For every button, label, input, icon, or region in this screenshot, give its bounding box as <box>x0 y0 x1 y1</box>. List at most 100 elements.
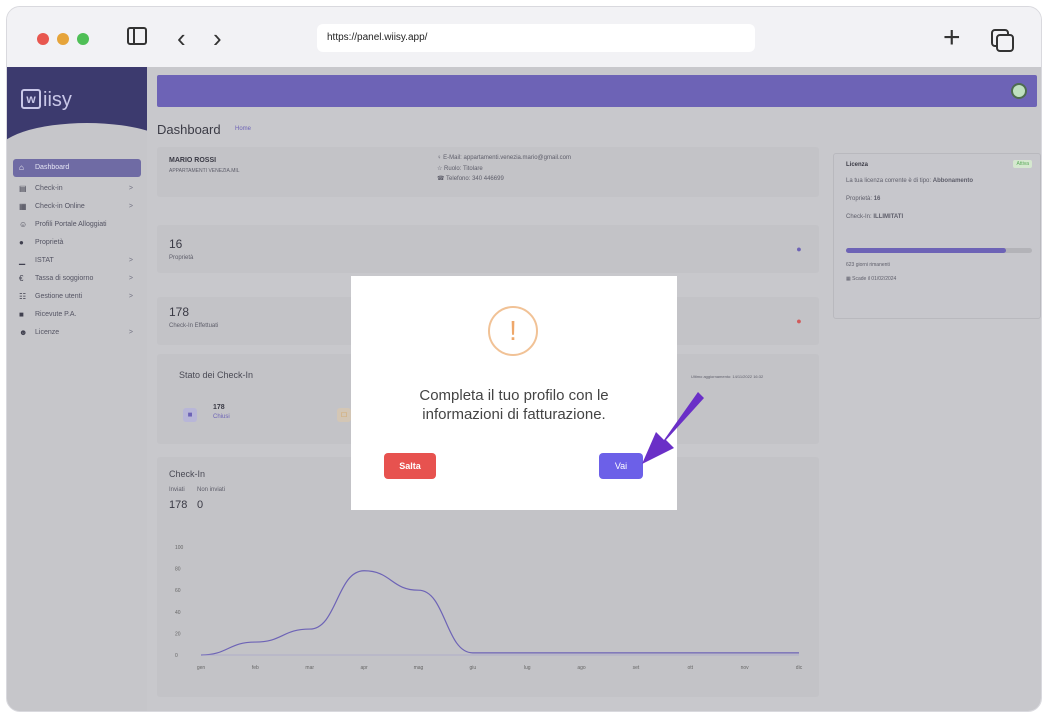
chevron-right-icon: > <box>128 293 133 300</box>
profile-card: MARIO ROSSI APPARTAMENTI VENEZIA.MIL ♀ E… <box>157 147 819 197</box>
logo-area: w iisy <box>7 67 147 153</box>
sidebar-item-proprieta[interactable]: ● Proprietà <box>7 235 147 251</box>
license-progress-bar <box>846 248 1032 253</box>
minimize-window-button[interactable] <box>57 33 69 45</box>
email-value: appartamenti.venezia.mario@gmail.com <box>463 155 571 161</box>
checkins-count: 178 <box>169 305 190 319</box>
users-icon: ☺ <box>19 220 28 229</box>
sidebar-item-label: Licenze <box>35 329 60 336</box>
sidebar-item-check-in[interactable]: ▤ Check-in > <box>7 181 147 197</box>
profile-name: MARIO ROSSI <box>169 157 217 164</box>
sidebar-item-ricevute[interactable]: ■ Ricevute P.A. <box>7 307 147 323</box>
phone-icon: ☎ <box>437 176 447 182</box>
sidebar-item-profili[interactable]: ☺ Profili Portale Alloggiati <box>7 217 147 233</box>
role-label: Ruolo: <box>444 166 462 172</box>
chevron-right-icon: > <box>128 275 133 282</box>
license-progress-fill <box>846 248 1006 253</box>
x-tick-label: gen <box>197 665 206 671</box>
sidebar-item-label: Ricevute P.A. <box>35 311 77 318</box>
sidebar-item-licenze[interactable]: ☻ Licenze > <box>7 325 147 341</box>
x-tick-label: ott <box>687 665 693 671</box>
license-icon: ☻ <box>19 328 28 337</box>
license-properties-row: Proprietà: 16 <box>846 196 880 202</box>
modal-message-line1: Completa il tuo profilo con le <box>419 387 609 404</box>
document-icon: ■ <box>183 408 197 422</box>
sidebar-item-dashboard[interactable]: ⌂ Dashboard <box>13 159 141 177</box>
sidebar-item-label: Tassa di soggiorno <box>35 275 94 282</box>
x-tick-label: lug <box>524 665 531 671</box>
forward-arrow-icon[interactable]: › <box>213 23 222 53</box>
sidebar-item-gestione-utenti[interactable]: ☷ Gestione utenti > <box>7 289 147 305</box>
license-properties: 16 <box>873 196 881 202</box>
sidebar-item-istat[interactable]: ▁ ISTAT > <box>7 253 147 269</box>
receipt-icon: ■ <box>19 310 24 319</box>
profile-role-row: ☆ Ruolo: Titolare <box>437 165 483 172</box>
chart-icon: ▁ <box>19 256 26 265</box>
logo-text: iisy <box>43 89 72 111</box>
sidebar-item-check-in-online[interactable]: ▦ Check-in Online > <box>7 199 147 215</box>
sidebar-toggle-icon[interactable] <box>127 27 147 45</box>
closed-count: 178 <box>213 404 225 411</box>
tabs-overview-icon[interactable] <box>991 29 1014 52</box>
status-title: Stato dei Check-In <box>179 370 254 380</box>
back-arrow-icon[interactable]: ‹ <box>177 23 186 53</box>
x-tick-label: giu <box>469 665 476 671</box>
y-tick-label: 0 <box>175 653 178 659</box>
x-tick-label: dic <box>796 665 803 671</box>
license-properties-prefix: Proprietà: <box>846 196 873 202</box>
sidebar-menu: ⌂ Dashboard ▤ Check-in > ▦ Check-in Onli… <box>7 159 147 343</box>
address-bar[interactable]: https://panel.wiisy.app/ <box>317 24 755 52</box>
x-tick-label: ago <box>577 665 586 671</box>
license-type-row: La tua licenza corrente è di tipo: Abbon… <box>846 178 973 184</box>
sidebar-item-label: Proprietà <box>35 239 64 246</box>
chevron-right-icon: > <box>128 329 133 336</box>
sidebar-item-label: Gestione utenti <box>35 293 83 300</box>
calendar-icon: ▦ <box>19 202 27 211</box>
license-checkin: ILLIMITATI <box>873 214 904 220</box>
license-expiry-row: ▦ Scade il 01/02/2024 <box>846 276 896 282</box>
x-tick-label: feb <box>252 665 259 671</box>
pin-icon: ● <box>19 238 24 247</box>
y-tick-label: 60 <box>175 588 181 594</box>
sidebar-item-tassa[interactable]: € Tassa di soggiorno > <box>7 271 147 287</box>
license-expiry: Scade il 01/02/2024 <box>852 276 897 282</box>
map-marker-icon: ● <box>796 316 802 326</box>
modal-message: Completa il tuo profilo con le informazi… <box>351 386 677 424</box>
billing-info-modal: ! Completa il tuo profilo con le informa… <box>351 276 677 510</box>
location-pin-icon: ● <box>796 244 802 254</box>
license-title: Licenza <box>846 162 869 168</box>
profile-company: APPARTAMENTI VENEZIA.MIL <box>169 168 240 174</box>
license-checkin-prefix: Check-In: <box>846 214 872 220</box>
license-remaining: 623 giorni rimanenti <box>846 262 890 268</box>
modal-message-line2: informazioni di fatturazione. <box>422 406 606 423</box>
euro-icon: € <box>19 274 24 283</box>
user-avatar[interactable] <box>1011 83 1027 99</box>
y-tick-label: 20 <box>175 631 181 637</box>
skip-button[interactable]: Salta <box>384 453 436 479</box>
chevron-right-icon: > <box>128 185 133 192</box>
book-icon: ▤ <box>19 184 27 193</box>
breadcrumb[interactable]: Home <box>235 126 251 132</box>
new-tab-icon[interactable]: + <box>943 23 961 53</box>
phone-label: Telefono: <box>446 176 471 182</box>
sidebar-item-label: ISTAT <box>35 257 54 264</box>
logo-wave <box>7 123 147 153</box>
browser-toolbar: ‹ › https://panel.wiisy.app/ + <box>7 7 1041 67</box>
group-icon: ☷ <box>19 292 27 301</box>
close-window-button[interactable] <box>37 33 49 45</box>
properties-count: 16 <box>169 237 183 251</box>
pending-document-icon: □ <box>337 408 351 422</box>
closed-label: Chiusi <box>213 414 230 420</box>
page-title: Dashboard <box>157 122 221 137</box>
maximize-window-button[interactable] <box>77 33 89 45</box>
checkins-label: Check-In Effettuati <box>169 323 219 329</box>
properties-card: 16 Proprietà ● <box>157 225 819 273</box>
x-tick-label: mag <box>414 665 424 671</box>
warning-icon: ! <box>488 306 538 356</box>
star-icon: ☆ <box>437 166 445 172</box>
x-tick-label: mar <box>305 665 314 671</box>
role-value: Titolare <box>462 166 483 172</box>
email-label: E-Mail: <box>443 155 462 161</box>
license-type-prefix: La tua licenza corrente è di tipo: <box>846 178 932 184</box>
chevron-right-icon: > <box>128 203 133 210</box>
